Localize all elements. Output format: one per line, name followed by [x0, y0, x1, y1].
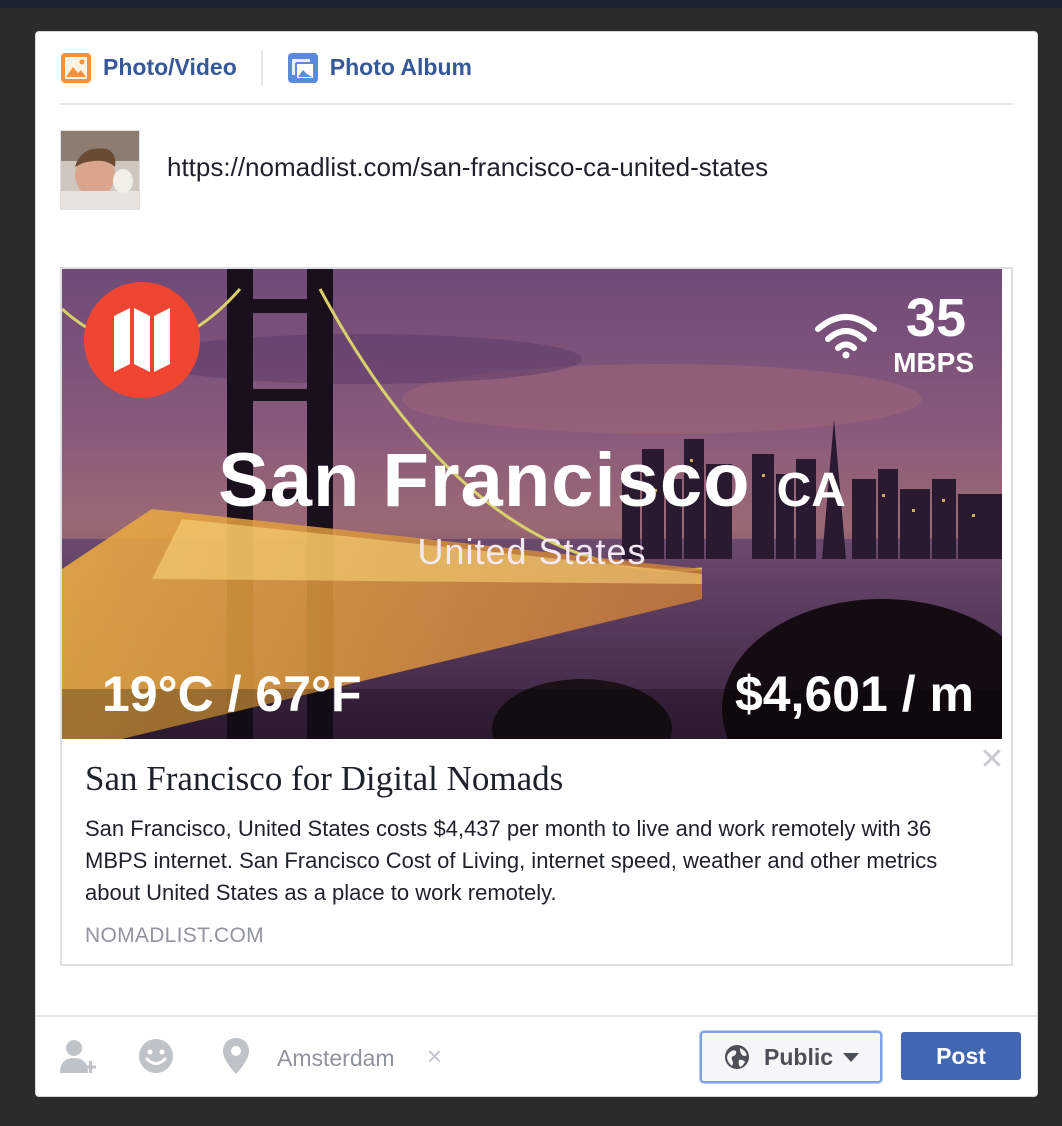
country-name: United States — [417, 531, 647, 572]
close-icon[interactable]: ✕ — [979, 745, 1005, 775]
post-button[interactable]: Post — [901, 1032, 1021, 1080]
photo-video-icon — [60, 52, 92, 84]
status-input[interactable]: https://nomadlist.com/san-francisco-ca-u… — [167, 152, 1007, 183]
state-code: CA — [776, 464, 846, 517]
temperature: 19°C / 67°F — [102, 666, 362, 722]
location-label[interactable]: Amsterdam — [277, 1045, 395, 1072]
preview-domain: NOMADLIST.COM — [85, 924, 264, 947]
audience-selector[interactable]: Public — [700, 1031, 882, 1083]
speed-unit: MBPS — [893, 347, 974, 378]
wifi-icon — [815, 314, 877, 359]
tag-friends-icon[interactable] — [58, 1037, 102, 1082]
avatar[interactable] — [60, 130, 140, 210]
composer-footer: Amsterdam × Public Post — [36, 1015, 1037, 1096]
chevron-down-icon — [843, 1052, 860, 1062]
composer-tabs: Photo/Video Photo Album — [60, 32, 1013, 105]
tab-photo-album-label: Photo Album — [329, 54, 472, 80]
location-pin-icon[interactable] — [222, 1037, 250, 1080]
monthly-cost: $4,601 / m — [734, 666, 974, 722]
post-composer: Photo/Video Photo Album https://nomadlis… — [35, 31, 1038, 1097]
internet-speed: 35 MBPS — [814, 289, 974, 379]
tab-photo-video[interactable]: Photo/Video — [60, 48, 237, 88]
feeling-icon[interactable] — [137, 1037, 175, 1080]
speed-value: 35 — [905, 288, 966, 348]
map-icon — [114, 308, 170, 372]
preview-title[interactable]: San Francisco for Digital Nomads — [85, 759, 965, 799]
tab-photo-album[interactable]: Photo Album — [287, 48, 472, 88]
city-heading: San Francisco CA — [62, 437, 1002, 524]
photo-album-icon — [287, 52, 319, 84]
preview-image[interactable]: 35 MBPS San Francisco CA United States 19… — [62, 269, 1002, 739]
remove-location-icon[interactable]: × — [427, 1041, 442, 1072]
globe-icon — [725, 1045, 749, 1069]
preview-description: San Francisco, United States costs $4,43… — [85, 816, 938, 905]
tab-photo-video-label: Photo/Video — [103, 54, 237, 80]
tab-divider — [260, 49, 263, 86]
city-name: San Francisco — [218, 438, 751, 523]
nomadlist-logo — [84, 282, 200, 398]
top-bar — [0, 0, 1062, 8]
audience-label: Public — [764, 1043, 834, 1070]
link-preview-card[interactable]: 35 MBPS San Francisco CA United States 19… — [60, 267, 1013, 966]
